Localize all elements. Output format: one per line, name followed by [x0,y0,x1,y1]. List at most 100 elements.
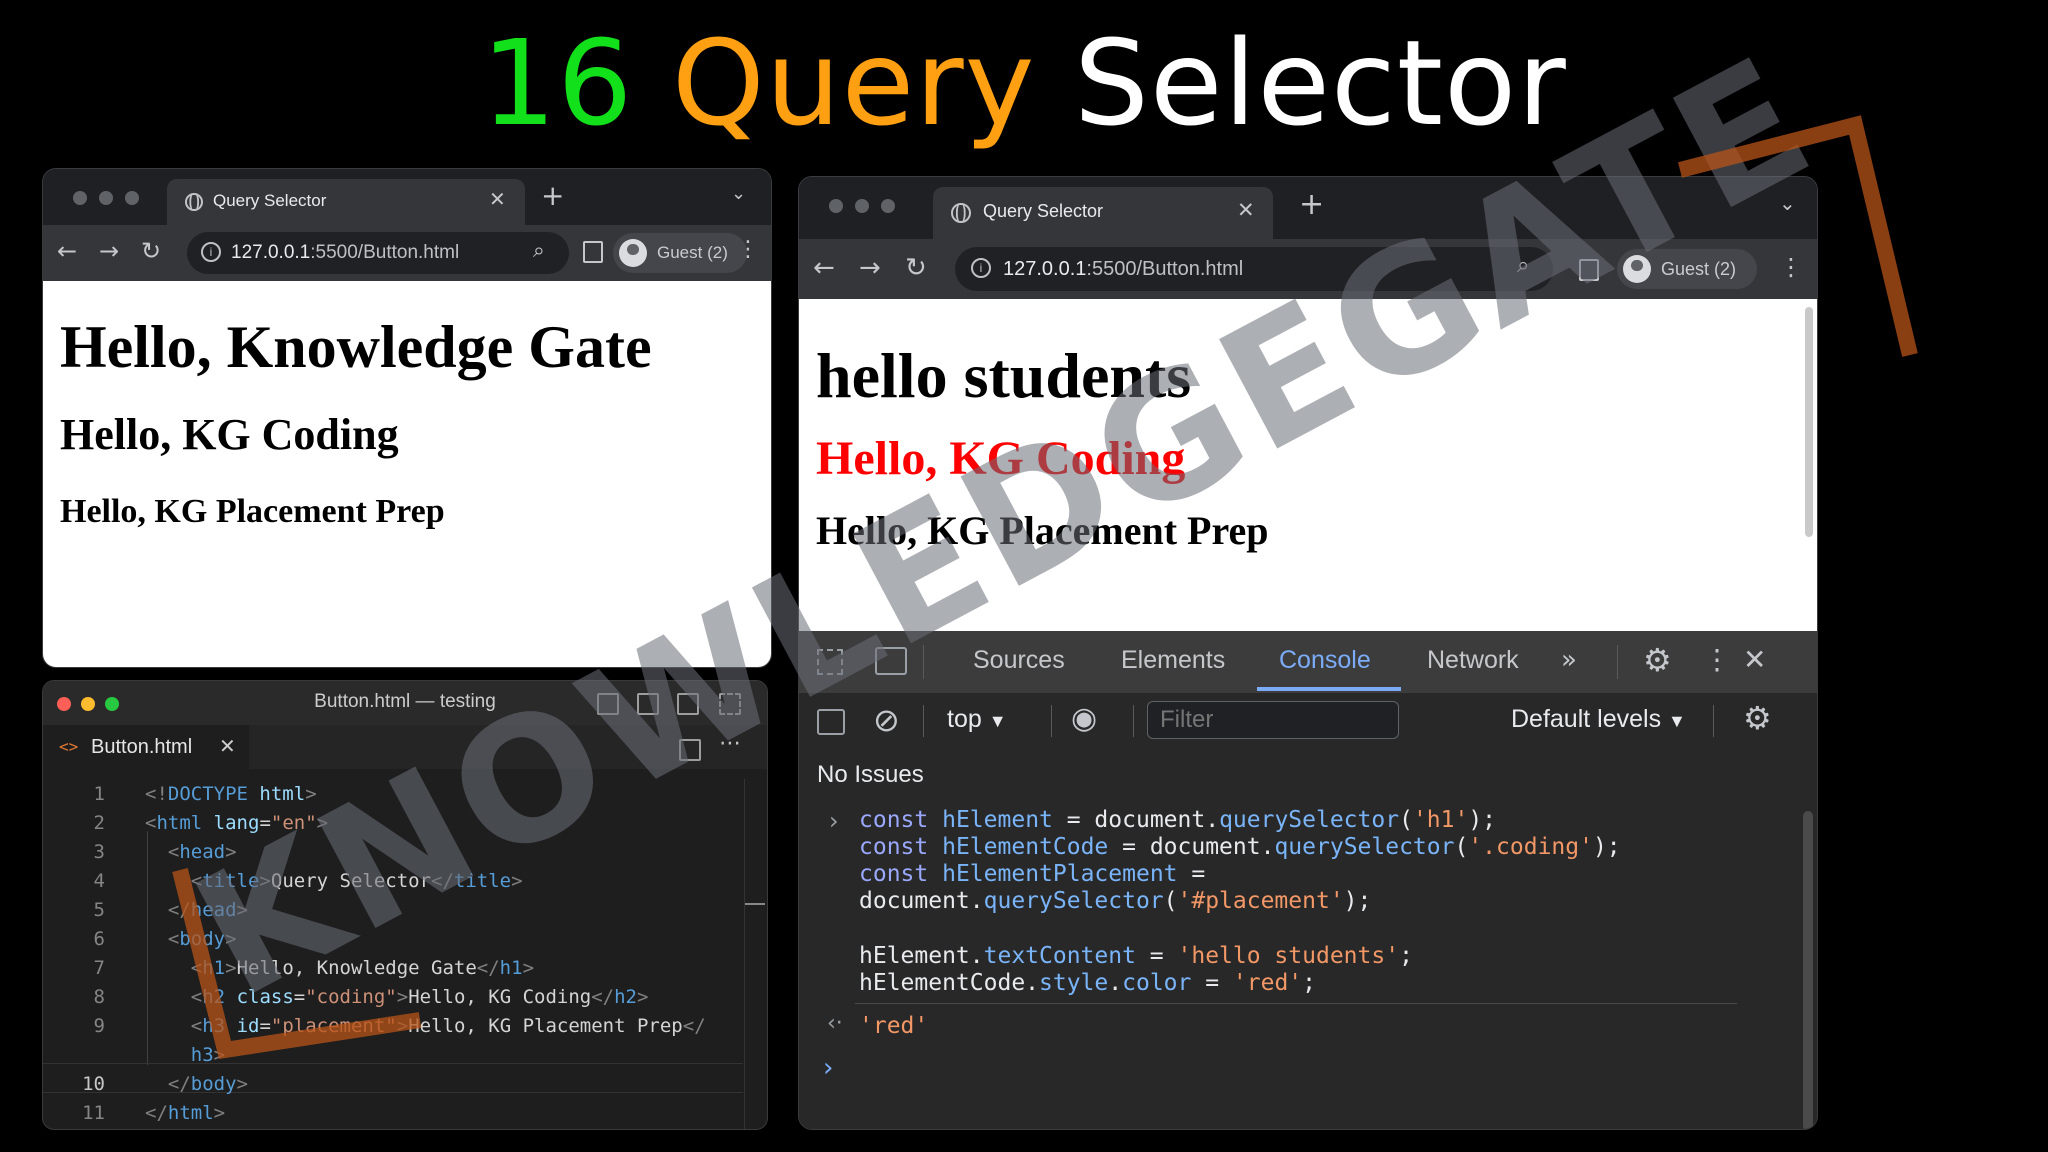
console-filter-input[interactable] [1147,701,1399,739]
console-output[interactable]: › const hElement = document.querySelecto… [799,799,1817,1129]
devtools-tab-elements[interactable]: Elements [1121,646,1225,675]
editor-tabs: <> Button.html ✕ ⋯ [43,725,767,769]
toolbar-separator [923,705,924,737]
forward-icon[interactable]: → [859,253,881,283]
right-browser-window: Query Selector ✕ + ⌄ ← → ↻ i 127.0.0.1:5… [798,176,1818,1130]
minimap-scroll[interactable] [744,779,767,1129]
globe-icon [185,193,203,211]
live-expression-eye-icon[interactable]: ◉ [1071,701,1097,736]
menu-kebab-icon[interactable]: ⋮ [1779,253,1803,281]
zoom-icon[interactable]: ⌕ [1517,253,1529,278]
toggle-panel-icon[interactable] [637,693,659,715]
console-settings-gear-icon[interactable]: ⚙ [1743,699,1772,737]
close-file-tab-icon[interactable]: ✕ [219,734,236,759]
close-tab-icon[interactable]: ✕ [1237,198,1255,222]
info-icon[interactable]: i [971,258,991,278]
profile-button[interactable]: Guest (2) [1617,249,1757,289]
address-bar[interactable]: i 127.0.0.1:5500/Button.html ⌕ [955,247,1553,291]
reload-icon[interactable]: ↻ [141,237,161,265]
toolbar: ← → ↻ i 127.0.0.1:5500/Button.html ⌕ Gue… [43,225,771,281]
context-selector[interactable]: top ▼ [947,705,1007,734]
result-arrow-icon: ‹· [827,1011,843,1036]
chevron-down-icon[interactable]: ⌄ [731,183,746,204]
html-file-icon: <> [59,737,79,756]
toggle-primary-sidebar-icon[interactable] [597,693,619,715]
code-line: 1 <!DOCTYPE html> [93,783,317,805]
file-tab-label: Button.html [91,736,193,758]
forward-icon[interactable]: → [99,237,119,265]
chevron-down-icon[interactable]: ⌄ [1779,191,1796,215]
console-input-line: const hElementCode = document.querySelec… [859,834,1621,860]
customize-layout-icon[interactable] [719,693,741,715]
tab-strip: Query Selector ✕ + ⌄ [799,177,1817,239]
file-tab-button-html[interactable]: <> Button.html ✕ [43,725,249,769]
issues-bar[interactable]: No Issues [799,749,1817,800]
device-toolbar-icon[interactable] [875,647,907,675]
devtools-tab-sources[interactable]: Sources [973,646,1065,675]
toggle-secondary-sidebar-icon[interactable] [677,693,699,715]
tab-query-selector[interactable]: Query Selector ✕ [933,187,1273,239]
clear-console-icon[interactable]: ⊘ [873,701,900,739]
inspect-element-icon[interactable] [817,649,843,675]
toolbar: ← → ↻ i 127.0.0.1:5500/Button.html ⌕ Gue… [799,239,1817,299]
editor-titlebar: Button.html — testing [43,681,767,725]
info-icon[interactable]: i [201,242,221,262]
close-tab-icon[interactable]: ✕ [489,187,506,211]
more-actions-icon[interactable]: ⋯ [719,731,741,756]
zoom-icon[interactable]: ⌕ [533,238,545,263]
code-line: 5 </head> [93,899,248,921]
address-bar[interactable]: i 127.0.0.1:5500/Button.html ⌕ [187,232,569,274]
heading-h3: Hello, KG Placement Prep [60,493,445,530]
code-line-current: 10 </body> [82,1073,248,1095]
toolbar-separator [1713,705,1714,737]
console-scrollbar[interactable] [1803,811,1813,1129]
heading-h1: Hello, Knowledge Gate [60,314,652,380]
url-host: 127.0.0.1 [231,242,311,263]
url-host: 127.0.0.1 [1003,258,1087,280]
console-divider [855,1003,1737,1004]
split-editor-icon[interactable] [679,739,701,761]
code-editor-window: Button.html — testing <> Button.html ✕ ⋯… [42,680,768,1130]
code-line: h3> [190,1044,226,1066]
video-title: 16 Query Selector [0,18,2048,148]
console-toolbar: ⊘ top ▼ ◉ Default levels ▼ ⚙ [799,693,1817,750]
profile-button[interactable]: Guest (2) [613,233,747,273]
reload-icon[interactable]: ↻ [905,253,927,283]
heading-h2: Hello, KG Coding [60,410,399,459]
settings-gear-icon[interactable]: ⚙ [1643,641,1672,679]
close-devtools-icon[interactable]: ✕ [1743,643,1766,676]
new-tab-icon[interactable]: + [541,179,564,212]
code-line: 9 <h3 id="placement">Hello, KG Placement… [93,1015,706,1037]
side-panel-icon[interactable] [1579,259,1599,281]
devtools-panel: Sources Elements Console Network » ⚙ ⋮ ✕… [799,631,1817,1129]
new-tab-icon[interactable]: + [1299,187,1324,222]
back-icon[interactable]: ← [57,237,77,265]
console-prompt-icon[interactable]: › [823,1053,833,1083]
menu-kebab-icon[interactable]: ⋮ [737,237,759,262]
active-tab-underline [1257,687,1401,691]
devtools-tab-network[interactable]: Network [1427,646,1519,675]
console-input-line: const hElement = document.querySelector(… [859,807,1497,833]
avatar [619,239,647,267]
side-panel-icon[interactable] [583,241,603,263]
console-result: 'red' [859,1013,929,1039]
console-input-line: const hElementPlacement = [859,861,1206,887]
title-word-selector: Selector [1074,14,1567,152]
toolbar-separator [1133,705,1134,737]
tab-query-selector[interactable]: Query Selector ✕ [167,179,525,225]
tab-separator [923,645,924,679]
console-input-line: document.querySelector('#placement'); [859,888,1372,914]
heading-h3: Hello, KG Placement Prep [816,508,1269,553]
page-scrollbar[interactable] [1805,307,1813,537]
show-sidebar-icon[interactable] [817,709,845,735]
code-line: 6 <body> [93,928,237,950]
more-tabs-icon[interactable]: » [1561,645,1577,675]
devtools-tab-console[interactable]: Console [1279,646,1371,675]
code-area[interactable]: 1 <!DOCTYPE html> 2 <html lang="en"> 3 <he… [43,779,767,1129]
input-prompt-chevron-icon: › [829,807,839,835]
devtools-menu-icon[interactable]: ⋮ [1703,643,1731,676]
profile-label: Guest (2) [1661,259,1737,279]
back-icon[interactable]: ← [813,253,835,283]
url-path: :5500/Button.html [310,242,460,263]
log-levels-dropdown[interactable]: Default levels ▼ [1511,705,1686,734]
